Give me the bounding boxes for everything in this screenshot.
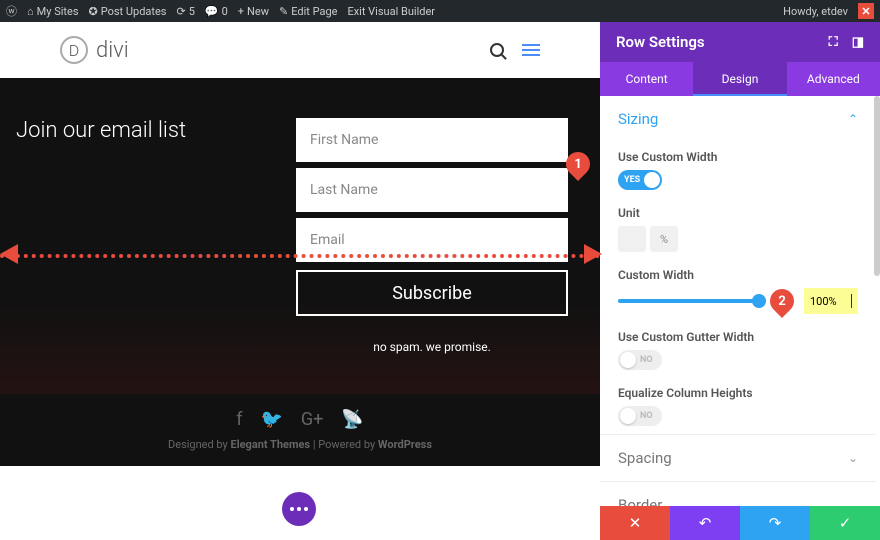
- panel-tabs: Content Design Advanced: [600, 62, 880, 96]
- label-use-custom-width: Use Custom Width: [618, 150, 858, 164]
- redo-button[interactable]: ↷: [740, 506, 810, 540]
- close-icon[interactable]: ✕: [858, 3, 874, 19]
- footer-credits: Designed by Elegant Themes | Powered by …: [168, 438, 432, 451]
- scrollbar[interactable]: [874, 96, 880, 276]
- subscribe-button[interactable]: Subscribe: [296, 270, 568, 316]
- slider-custom-width[interactable]: [618, 299, 760, 303]
- divi-fab-button[interactable]: [282, 492, 316, 526]
- editpage-link[interactable]: ✎ Edit Page: [279, 5, 337, 18]
- hero-title: Join our email list: [16, 118, 296, 354]
- annotation-arrow-line: [0, 254, 600, 258]
- logo-text: divi: [96, 38, 129, 63]
- facebook-icon[interactable]: f: [236, 409, 242, 430]
- chevron-down-icon: ⌄: [848, 451, 858, 465]
- chevron-up-icon: ⌃: [848, 112, 858, 126]
- nospam-text: no spam. we promise.: [296, 340, 568, 354]
- section-spacing[interactable]: Spacing⌄: [600, 434, 876, 481]
- tab-design[interactable]: Design: [693, 62, 786, 96]
- hero-section: Join our email list Subscribe no spam. w…: [0, 78, 600, 394]
- site-logo[interactable]: D divi: [60, 36, 129, 64]
- toggle-gutter-width[interactable]: NO: [618, 350, 662, 370]
- label-custom-width: Custom Width: [618, 268, 858, 282]
- exit-vb-link[interactable]: Exit Visual Builder: [347, 5, 435, 18]
- chevron-down-icon: ⌄: [848, 498, 858, 506]
- search-icon[interactable]: [490, 43, 504, 57]
- wp-admin-bar: ⓦ ⌂ My Sites ✪ Post Updates ⟳ 5 💬 0 + Ne…: [0, 0, 880, 22]
- panel-title: Row Settings: [616, 33, 705, 51]
- toggle-use-custom-width[interactable]: YES: [618, 170, 662, 190]
- panel-actions: ✕ ↶ ↷ ✓: [600, 506, 880, 540]
- postupdates-link[interactable]: ✪ Post Updates: [89, 5, 167, 18]
- hamburger-icon[interactable]: [522, 44, 540, 56]
- toggle-equalize-heights[interactable]: NO: [618, 406, 662, 426]
- new-link[interactable]: + New: [238, 5, 269, 18]
- annotation-arrow-right: [584, 244, 602, 264]
- unit-px[interactable]: [618, 226, 646, 252]
- tab-advanced[interactable]: Advanced: [787, 62, 880, 96]
- rss-icon[interactable]: 📡: [341, 409, 363, 430]
- label-unit: Unit: [618, 206, 858, 220]
- last-name-input[interactable]: [296, 168, 568, 212]
- panel-body: Sizing⌃ Use Custom Width YES Unit % Cust…: [600, 96, 880, 506]
- callout-marker-2: 2: [765, 284, 799, 318]
- comments-count[interactable]: 💬 0: [205, 5, 228, 18]
- updates-count[interactable]: ⟳ 5: [177, 5, 195, 18]
- label-gutter-width: Use Custom Gutter Width: [618, 330, 858, 344]
- section-sizing[interactable]: Sizing⌃: [600, 96, 876, 142]
- twitter-icon[interactable]: 🐦: [260, 409, 282, 430]
- panel-header: Row Settings ⛶ ◨: [600, 22, 880, 62]
- label-equalize-heights: Equalize Column Heights: [618, 386, 858, 400]
- site-footer: f 🐦 G+ 📡 Designed by Elegant Themes | Po…: [0, 394, 600, 466]
- wp-logo-icon[interactable]: ⓦ: [6, 3, 17, 19]
- unit-percent[interactable]: %: [650, 226, 678, 252]
- cancel-button[interactable]: ✕: [600, 506, 670, 540]
- logo-icon: D: [60, 36, 88, 64]
- first-name-input[interactable]: [296, 118, 568, 162]
- section-border[interactable]: Border⌄: [600, 481, 876, 506]
- signup-form: Subscribe no spam. we promise.: [296, 118, 584, 354]
- undo-button[interactable]: ↶: [670, 506, 740, 540]
- annotation-arrow-left: [0, 244, 18, 264]
- save-button[interactable]: ✓: [810, 506, 880, 540]
- page-preview: D divi Join our email list Subscribe no …: [0, 22, 600, 540]
- snap-icon[interactable]: ◨: [852, 35, 864, 50]
- input-custom-width-value[interactable]: 100%: [804, 288, 858, 314]
- expand-icon[interactable]: ⛶: [829, 35, 838, 50]
- settings-panel: Row Settings ⛶ ◨ Content Design Advanced…: [600, 22, 880, 540]
- tab-content[interactable]: Content: [600, 62, 693, 96]
- site-header: D divi: [0, 22, 600, 78]
- howdy-user[interactable]: Howdy, etdev: [783, 5, 848, 18]
- googleplus-icon[interactable]: G+: [301, 409, 323, 430]
- mysites-link[interactable]: ⌂ My Sites: [27, 5, 79, 18]
